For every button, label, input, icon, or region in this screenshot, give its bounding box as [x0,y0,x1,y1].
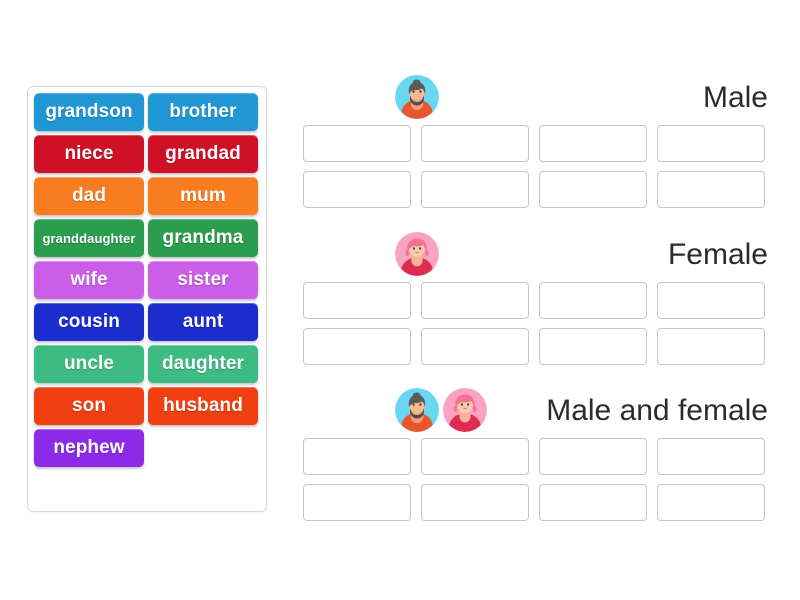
drop-slot[interactable] [539,171,647,208]
male-avatar [395,75,439,119]
category-label-male-and-female: Male and female [546,394,768,427]
drop-zone-male [303,125,768,208]
drop-slot[interactable] [421,328,529,365]
word-tile[interactable]: grandma [148,219,258,257]
drop-slot[interactable] [657,438,765,475]
word-tile[interactable]: uncle [34,345,144,383]
drop-slot[interactable] [303,171,411,208]
drop-slot[interactable] [657,328,765,365]
word-tile[interactable]: son [34,387,144,425]
category-avatars [395,75,439,119]
drop-slot-row [303,438,768,475]
word-tile[interactable]: brother [148,93,258,131]
word-bank-panel: grandson brother niece grandad dad mum grandda… [27,86,267,512]
word-tile[interactable]: niece [34,135,144,173]
drop-slot-row [303,125,768,162]
drop-slot-row [303,171,768,208]
drop-slot[interactable] [303,125,411,162]
drop-slot[interactable] [421,171,529,208]
category-male-and-female: Male and female [303,388,768,530]
word-tile[interactable]: cousin [34,303,144,341]
drop-slot[interactable] [421,282,529,319]
drop-slot[interactable] [539,438,647,475]
word-tile-grid: grandson brother niece grandad dad mum grandda… [34,93,260,467]
word-tile[interactable]: sister [148,261,258,299]
drop-slot[interactable] [421,438,529,475]
word-tile[interactable]: husband [148,387,258,425]
drop-slot[interactable] [657,484,765,521]
drop-zone-female [303,282,768,365]
category-male: Male [303,75,768,217]
category-avatars [395,388,487,432]
drop-slot-row [303,282,768,319]
category-header: Male and female [303,388,768,436]
word-tile[interactable]: grandad [148,135,258,173]
word-tile[interactable]: wife [34,261,144,299]
category-female: Female [303,232,768,374]
drop-slot[interactable] [303,328,411,365]
drop-slot[interactable] [421,125,529,162]
category-avatars [395,232,439,276]
drop-slot[interactable] [421,484,529,521]
word-tile[interactable]: nephew [34,429,144,467]
drop-slot[interactable] [657,125,765,162]
drop-slot[interactable] [303,282,411,319]
female-avatar [443,388,487,432]
drop-slot[interactable] [657,282,765,319]
word-tile[interactable]: mum [148,177,258,215]
sorting-activity: grandson brother niece grandad dad mum grandda… [0,0,800,600]
drop-slot[interactable] [657,171,765,208]
word-tile[interactable]: dad [34,177,144,215]
category-label-male: Male [702,81,768,114]
drop-slot[interactable] [539,328,647,365]
drop-slot[interactable] [303,438,411,475]
drop-slot-row [303,328,768,365]
drop-zone-male-and-female [303,438,768,521]
drop-slot[interactable] [539,125,647,162]
drop-slot[interactable] [539,484,647,521]
word-tile[interactable]: aunt [148,303,258,341]
category-header: Male [303,75,768,123]
category-header: Female [303,232,768,280]
word-tile[interactable]: daughter [148,345,258,383]
category-label-female: Female [667,238,768,271]
word-tile[interactable]: granddaughter [34,219,144,257]
drop-slot-row [303,484,768,521]
male-avatar [395,388,439,432]
drop-slot[interactable] [539,282,647,319]
female-avatar [395,232,439,276]
word-tile[interactable]: grandson [34,93,144,131]
drop-slot[interactable] [303,484,411,521]
